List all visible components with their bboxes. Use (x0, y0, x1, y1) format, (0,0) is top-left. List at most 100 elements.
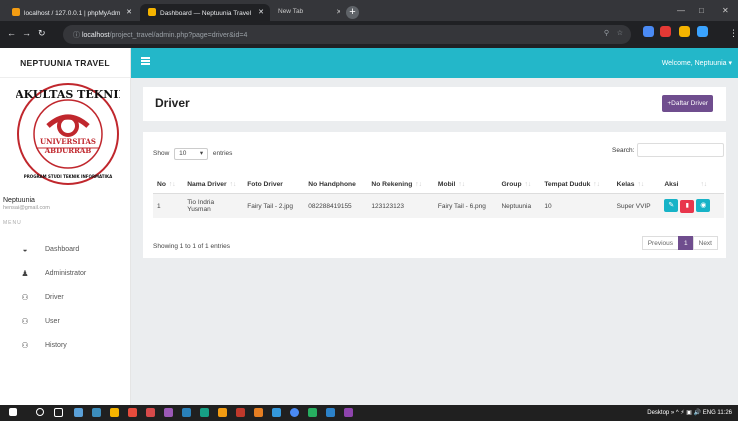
taskbar-app-icon[interactable] (74, 408, 83, 417)
info-icon: ⓘ (73, 32, 82, 39)
windows-start-icon[interactable] (9, 408, 17, 416)
show-label: Show (153, 150, 170, 157)
search-icon[interactable] (36, 408, 44, 416)
star-icon[interactable]: ☆ (617, 29, 623, 37)
taskbar-app-icon[interactable] (272, 408, 281, 417)
taskbar-app-icon[interactable] (254, 408, 263, 417)
sidebar-item-label: Dashboard (45, 246, 80, 253)
reload-icon[interactable]: ↻ (38, 28, 46, 39)
column-label: No (157, 181, 166, 188)
page-header: Driver +Daftar Driver (143, 87, 726, 121)
edit-icon[interactable]: ✎ (664, 199, 679, 212)
cell-mobil: Fairy Tail - 6.png (433, 193, 498, 218)
tab-dashboard[interactable]: Dashboard — Neptuunia Travel ✕ (140, 4, 270, 21)
browser-chrome: localhost / 127.0.0.1 | phpMyAdm ✕ Dashbo… (0, 0, 738, 48)
welcome-dropdown[interactable]: Welcome, Neptuunia ▾ (662, 59, 732, 67)
tab-new[interactable]: New Tab ✕ (270, 4, 340, 21)
logo-arc-bottom: PROGRAM STUDI TEKNIK INFORMATIKA (24, 174, 113, 179)
sidebar-item-user[interactable]: ⚇ User (0, 310, 130, 334)
taskbar-app-icon[interactable] (92, 408, 101, 417)
sidebar-item-driver[interactable]: ⚇ Driver (0, 286, 130, 310)
column-header[interactable]: Group ↑↓ (497, 176, 541, 194)
users-icon: ⚇ (21, 341, 29, 350)
tab-bar: localhost / 127.0.0.1 | phpMyAdm ✕ Dashbo… (0, 0, 738, 21)
taskbar-app-icon[interactable] (164, 408, 173, 417)
users-icon: ⚇ (21, 317, 29, 326)
view-icon[interactable]: ◉ (696, 199, 711, 212)
sidebar-item-dashboard[interactable]: ◒ Dashboard (0, 238, 130, 262)
extension-icon[interactable] (660, 26, 671, 37)
column-header[interactable]: Tempat Duduk ↑↓ (540, 176, 613, 194)
column-header[interactable]: No Handphone (304, 176, 368, 194)
delete-icon[interactable]: ▮ (680, 200, 695, 213)
taskbar-app-icon[interactable] (200, 408, 209, 417)
taskbar-app-icon[interactable] (344, 408, 353, 417)
next-page-button[interactable]: Next (692, 236, 718, 250)
extension-icon[interactable] (697, 26, 708, 37)
column-header[interactable]: Aksi ↑↓ (660, 176, 724, 194)
taskbar-app-icon[interactable] (236, 408, 245, 417)
sidebar-item-administrator[interactable]: ♟ Administrator (0, 262, 130, 286)
new-tab-icon[interactable]: + (346, 6, 359, 19)
sort-icon: ↑↓ (524, 181, 532, 188)
users-icon: ⚇ (21, 293, 29, 302)
taskbar-app-icon[interactable] (218, 408, 227, 417)
search-input[interactable] (637, 143, 724, 157)
entries-select[interactable]: 10 ▾ (174, 148, 209, 160)
tab-phpmyadmin[interactable]: localhost / 127.0.0.1 | phpMyAdm ✕ (4, 4, 138, 21)
pagination: Previous 1 Next (641, 236, 718, 250)
close-tab-icon[interactable]: ✕ (258, 8, 264, 16)
user-icon: ♟ (21, 269, 29, 278)
sidebar-item-history[interactable]: ⚇ History (0, 334, 130, 358)
logo-inner-line-2: ABDURRAB (44, 146, 92, 155)
url-field[interactable]: ⓘ localhost/project_travel/admin.php?pag… (63, 25, 631, 44)
dashboard-icon: ◒ (22, 245, 28, 254)
close-tab-icon[interactable]: ✕ (336, 8, 340, 16)
back-icon[interactable]: ← (7, 28, 16, 38)
taskbar-app-icon[interactable] (146, 408, 155, 417)
cell-no-rekening: 123123123 (367, 193, 434, 218)
chrome-icon[interactable] (290, 408, 299, 417)
close-window-icon[interactable]: ✕ (722, 6, 729, 15)
column-header[interactable]: Foto Driver (243, 176, 305, 194)
cell-tempat-duduk: 10 (540, 193, 613, 218)
hamburger-menu-icon[interactable] (141, 57, 150, 65)
folder-icon[interactable] (110, 408, 119, 417)
extension-icon[interactable] (643, 26, 654, 37)
driver-table: No ↑↓ Nama Driver ↑↓ Foto Driver No Handph… (153, 176, 724, 218)
add-driver-button[interactable]: +Daftar Driver (662, 95, 713, 112)
chevron-down-icon: ▾ (199, 150, 204, 157)
menu-kebab-icon[interactable]: ⋮ (729, 28, 738, 39)
system-tray[interactable]: Desktop » ^ ⚡ ▣ 🔊 ENG 11:26 (647, 409, 732, 416)
extension-icon[interactable] (679, 26, 690, 37)
column-header[interactable]: Nama Driver ↑↓ (183, 176, 244, 194)
user-panel: Neptuunia hensai@gmail.com (3, 197, 50, 211)
column-header[interactable]: No Rekening ↑↓ (367, 176, 434, 194)
page-1-button[interactable]: 1 (678, 236, 694, 250)
task-view-icon[interactable] (54, 408, 63, 417)
taskbar-app-icon[interactable] (308, 408, 317, 417)
forward-icon[interactable]: → (22, 28, 31, 38)
entries-control: Show 10 ▾ entries (153, 148, 232, 160)
column-header[interactable]: Kelas ↑↓ (612, 176, 661, 194)
minimize-icon[interactable]: — (677, 6, 685, 15)
cell-no: 1 (153, 193, 184, 218)
zoom-icon[interactable]: ⚲ (604, 29, 609, 37)
previous-page-button[interactable]: Previous (641, 236, 679, 250)
taskbar-app-icon[interactable] (128, 408, 137, 417)
cell-group: Neptuunia (497, 193, 541, 218)
user-name: Neptuunia (3, 197, 35, 204)
column-header[interactable]: No ↑↓ (153, 176, 184, 194)
sort-icon: ↑↓ (700, 181, 708, 188)
column-header[interactable]: Mobil ↑↓ (433, 176, 498, 194)
driver-table-card: Show 10 ▾ entries Search: No ↑↓ Nama Drive… (143, 132, 726, 258)
tab-label: localhost / 127.0.0.1 | phpMyAdm (24, 10, 121, 17)
cell-kelas: Super VVIP (612, 193, 661, 218)
entries-value: 10 (179, 150, 187, 157)
maximize-icon[interactable]: □ (699, 6, 704, 15)
close-tab-icon[interactable]: ✕ (126, 8, 132, 16)
taskbar-app-icon[interactable] (326, 408, 335, 417)
cell-no-handphone: 082288419155 (304, 193, 368, 218)
column-label: Nama Driver (187, 181, 227, 188)
taskbar-app-icon[interactable] (182, 408, 191, 417)
